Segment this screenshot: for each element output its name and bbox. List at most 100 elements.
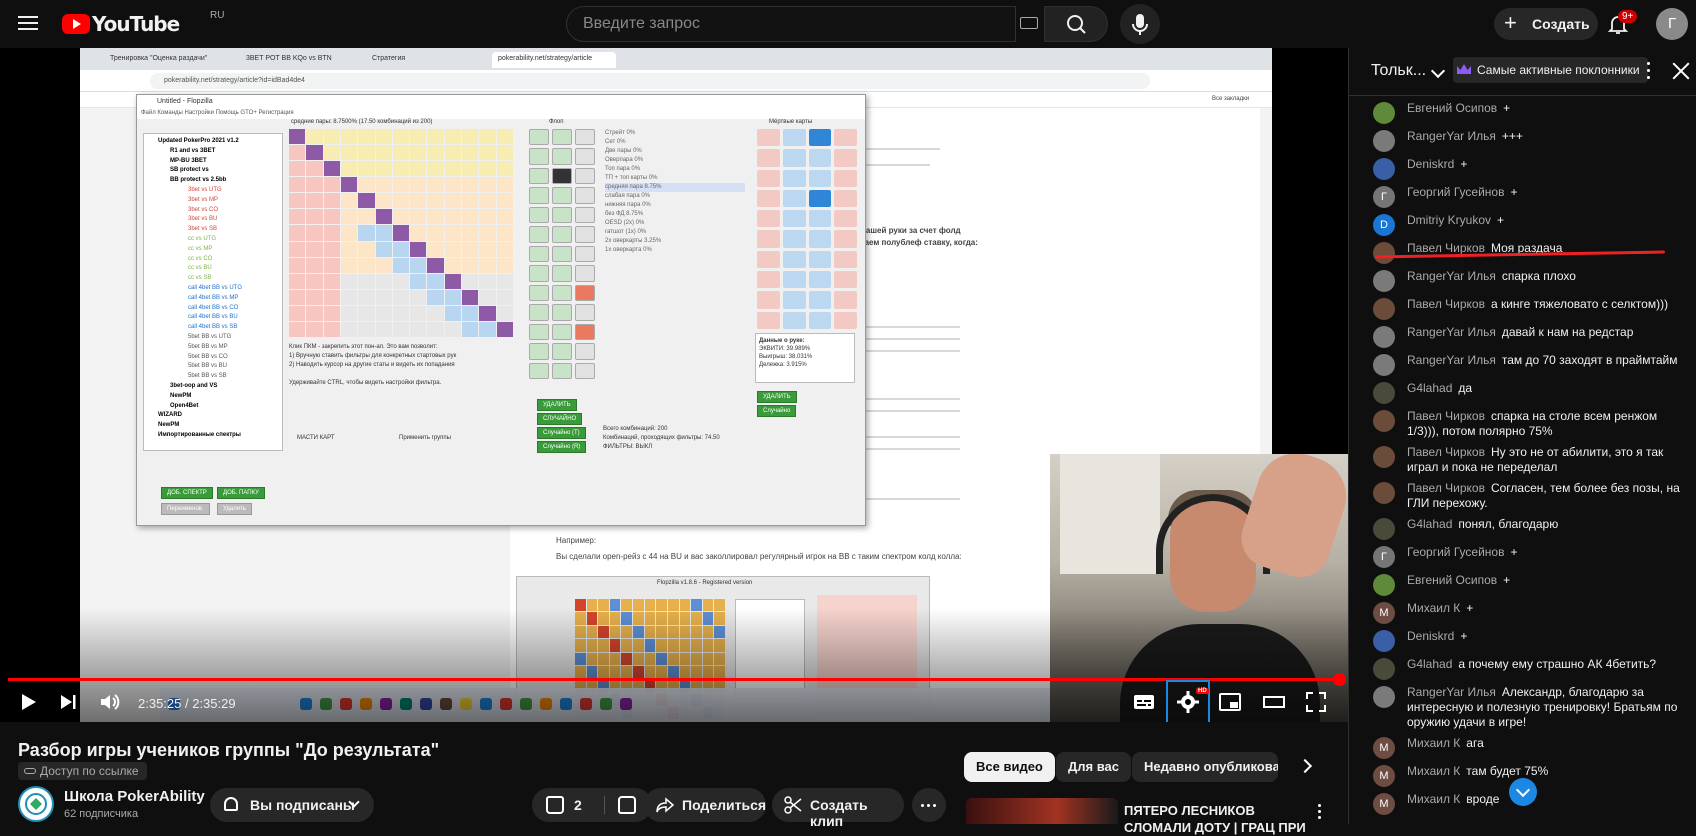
flop-card-picker: [529, 129, 595, 379]
theater-mode-button[interactable]: [1262, 690, 1286, 714]
chat-message: RangerYar Илья +++: [1349, 126, 1696, 154]
chat-author[interactable]: RangerYar Илья: [1407, 685, 1496, 699]
recommended-title-line: СЛОМАЛИ ДОТУ | ГРАЦ ПРИ: [1124, 820, 1306, 835]
top-fans-chip[interactable]: Самые активные поклонники: [1453, 57, 1648, 83]
search-button[interactable]: [1044, 6, 1108, 42]
chat-author[interactable]: RangerYar Илья: [1407, 325, 1496, 339]
browser-tab: 3BET POT BB KQo vs BTN: [246, 55, 332, 62]
hamburger-menu-icon[interactable]: [16, 12, 40, 36]
progress-bar[interactable]: [8, 673, 1347, 686]
filters-status: ФИЛЬТРЫ: ВЫКЛ: [603, 444, 653, 450]
chat-author[interactable]: RangerYar Илья: [1407, 269, 1496, 283]
chat-author[interactable]: RangerYar Илья: [1407, 353, 1496, 367]
chat-author-avatar[interactable]: [1373, 658, 1395, 680]
chat-author-avatar[interactable]: [1373, 102, 1395, 124]
chat-author-avatar[interactable]: [1373, 410, 1395, 432]
chat-author[interactable]: Михаил К: [1407, 792, 1460, 806]
more-actions-button[interactable]: [912, 788, 946, 822]
create-button[interactable]: + Создать: [1494, 8, 1598, 40]
chat-author[interactable]: Евгений Осипов: [1407, 573, 1497, 587]
chat-author[interactable]: Михаил К: [1407, 736, 1460, 750]
chat-author[interactable]: G4lahad: [1407, 381, 1452, 395]
chevron-right-icon[interactable]: [1297, 758, 1313, 774]
chat-author-avatar[interactable]: D: [1373, 214, 1395, 236]
chat-author-avatar[interactable]: [1373, 382, 1395, 404]
chat-author[interactable]: Dmitriy Kryukov: [1407, 213, 1491, 227]
chevron-down-icon[interactable]: [1430, 63, 1446, 79]
chat-author-avatar[interactable]: [1373, 354, 1395, 376]
keyboard-icon[interactable]: [1020, 17, 1038, 29]
recommended-thumbnail[interactable]: [966, 798, 1118, 824]
chip-all-videos[interactable]: Все видео: [964, 752, 1055, 782]
chat-author-avatar[interactable]: [1373, 446, 1395, 468]
fullscreen-button[interactable]: [1304, 690, 1328, 714]
chat-author-avatar[interactable]: М: [1373, 765, 1395, 787]
chat-author[interactable]: Deniskrd: [1407, 157, 1454, 171]
chat-author-avatar[interactable]: [1373, 270, 1395, 292]
subtitles-button[interactable]: [1132, 690, 1156, 714]
chat-author-avatar[interactable]: [1373, 686, 1395, 708]
chat-author-avatar[interactable]: [1373, 630, 1395, 652]
tree-item: 3bet vs BU: [188, 216, 218, 223]
flopzilla-hint: Клик ПКМ - закрепить этот пон-ап. Это ва…: [289, 344, 457, 386]
remove-button: УДАЛИТЬ: [537, 399, 577, 411]
chat-author-avatar[interactable]: [1373, 518, 1395, 540]
chat-author[interactable]: Георгий Гусейнов: [1407, 545, 1504, 559]
chat-text: +: [1503, 101, 1511, 115]
chat-author[interactable]: Евгений Осипов: [1407, 101, 1497, 115]
chat-author-avatar[interactable]: М: [1373, 737, 1395, 759]
dislike-icon[interactable]: [618, 796, 636, 814]
flopzilla-window: Untitled - Flopzilla Файл Команды Настро…: [136, 94, 866, 526]
close-icon[interactable]: [1671, 60, 1691, 80]
chat-author[interactable]: Deniskrd: [1407, 629, 1454, 643]
account-avatar[interactable]: Г: [1656, 8, 1688, 40]
recommended-title[interactable]: ПЯТЕРО ЛЕСНИКОВ СЛОМАЛИ ДОТУ | ГРАЦ ПРИ: [1124, 802, 1306, 836]
scroll-down-button[interactable]: [1509, 778, 1537, 806]
create-clip-button[interactable]: Создать клип: [772, 788, 904, 829]
youtube-logo[interactable]: YouTube RU: [62, 10, 224, 36]
play-button[interactable]: [16, 690, 40, 714]
chat-author-avatar[interactable]: Г: [1373, 186, 1395, 208]
channel-name[interactable]: Школа PokerAbility: [64, 788, 205, 805]
share-icon: [656, 797, 674, 813]
tree-item: 3bet vs CO: [188, 206, 219, 213]
chat-author-avatar[interactable]: [1373, 298, 1395, 320]
chat-author[interactable]: Михаил К: [1407, 601, 1460, 615]
chat-author[interactable]: Михаил К: [1407, 764, 1460, 778]
next-button[interactable]: [56, 690, 80, 714]
share-button[interactable]: Поделиться: [644, 788, 766, 822]
chat-author[interactable]: G4lahad: [1407, 657, 1452, 671]
chat-author[interactable]: Георгий Гусейнов: [1407, 185, 1504, 199]
chat-author-avatar[interactable]: М: [1373, 793, 1395, 815]
chip-for-you[interactable]: Для вас: [1056, 752, 1131, 782]
chat-author-avatar[interactable]: [1373, 158, 1395, 180]
video-player[interactable]: Тренировка "Оценка раздачи" 3BET POT BB …: [0, 48, 1348, 722]
chat-author-avatar[interactable]: М: [1373, 602, 1395, 624]
like-icon[interactable]: [546, 796, 564, 814]
chip-recent[interactable]: Недавно опубликованн: [1132, 752, 1278, 782]
subscribed-button[interactable]: Вы подписаны: [210, 788, 374, 822]
chat-author-avatar[interactable]: Г: [1373, 546, 1395, 568]
miniplayer-button[interactable]: [1218, 690, 1242, 714]
volume-button[interactable]: [98, 690, 122, 714]
hand-stats: Стрейт 0% Сет 0% Две пары 0% Оверпара 0% Топ…: [605, 129, 745, 255]
voice-search-button[interactable]: [1120, 4, 1160, 44]
chat-author-avatar[interactable]: [1373, 326, 1395, 348]
channel-avatar[interactable]: [18, 786, 54, 822]
chat-author-avatar[interactable]: [1373, 130, 1395, 152]
tree-item: 5bet BB vs MP: [188, 343, 228, 350]
chat-author-avatar[interactable]: [1373, 574, 1395, 596]
dead-card-picker: [757, 129, 857, 329]
chat-author[interactable]: Павел Чирков: [1407, 297, 1485, 311]
chat-more-button[interactable]: [1647, 62, 1651, 80]
search-input[interactable]: Введите запрос: [566, 6, 1016, 42]
chat-author[interactable]: G4lahad: [1407, 517, 1452, 531]
recommended-more-button[interactable]: [1318, 804, 1322, 822]
chat-author[interactable]: Павел Чирков: [1407, 481, 1485, 495]
chat-author[interactable]: Павел Чирков: [1407, 409, 1485, 423]
chat-author[interactable]: Павел Чирков: [1407, 445, 1485, 459]
chat-author-avatar[interactable]: [1373, 482, 1395, 504]
chat-mode-selector[interactable]: Тольк...: [1371, 62, 1426, 80]
chat-author-avatar[interactable]: [1373, 242, 1395, 264]
chat-author[interactable]: RangerYar Илья: [1407, 129, 1496, 143]
